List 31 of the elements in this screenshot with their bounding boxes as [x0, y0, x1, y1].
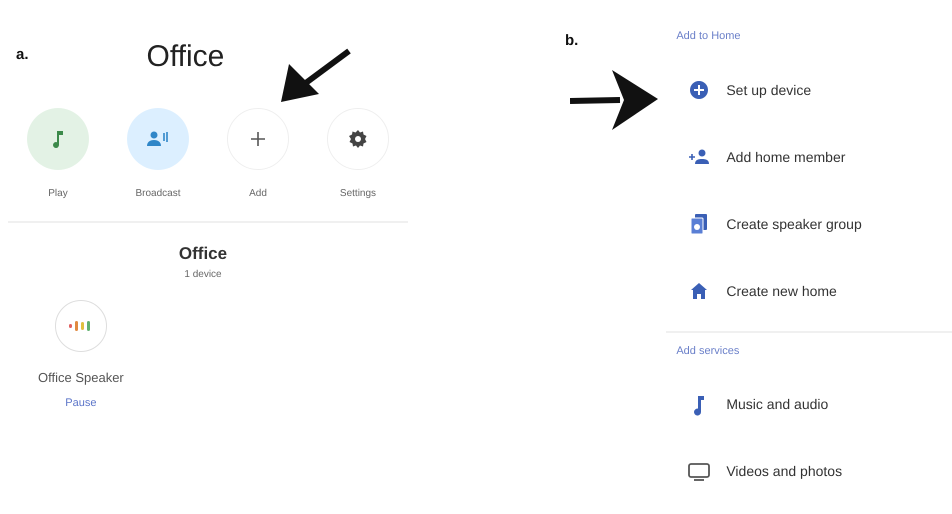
speaker-group-icon [691, 214, 708, 234]
action-label: Settings [340, 187, 376, 201]
menu-item[interactable]: Videos and photos [666, 438, 952, 505]
menu-item[interactable]: Create new home [666, 258, 952, 324]
section-heading: Add to Home [675, 29, 742, 44]
room-title: Office [146, 39, 224, 75]
pause-link[interactable]: Pause [65, 395, 96, 412]
monitor-icon [688, 462, 710, 480]
panel-label: a. [16, 45, 29, 65]
menu-item[interactable]: Add home member [666, 124, 952, 190]
action-label: Play [48, 187, 68, 201]
device-count: 1 device [184, 268, 222, 282]
device-name: Office Speaker [38, 368, 124, 387]
section-heading: Add services [675, 344, 740, 358]
music-note-icon [693, 394, 706, 416]
settings-icon [349, 130, 367, 148]
menu-item[interactable]: Set up device [666, 56, 952, 124]
plus-circle-icon [690, 81, 708, 99]
action-label: Broadcast [135, 187, 181, 201]
plus-icon [251, 132, 265, 146]
music-note-icon [50, 129, 66, 149]
panel-label: b. [565, 31, 578, 51]
room-name: Office [178, 243, 228, 265]
menu-item[interactable]: Create speaker group [666, 190, 952, 258]
people-icon [146, 131, 170, 147]
speaker-icon [54, 300, 107, 352]
action-label: Add [249, 187, 267, 201]
add-person-icon [688, 149, 710, 165]
menu-item[interactable]: Music and audio [666, 371, 952, 438]
house-icon [691, 283, 708, 299]
pointing-arrow [281, 48, 351, 102]
